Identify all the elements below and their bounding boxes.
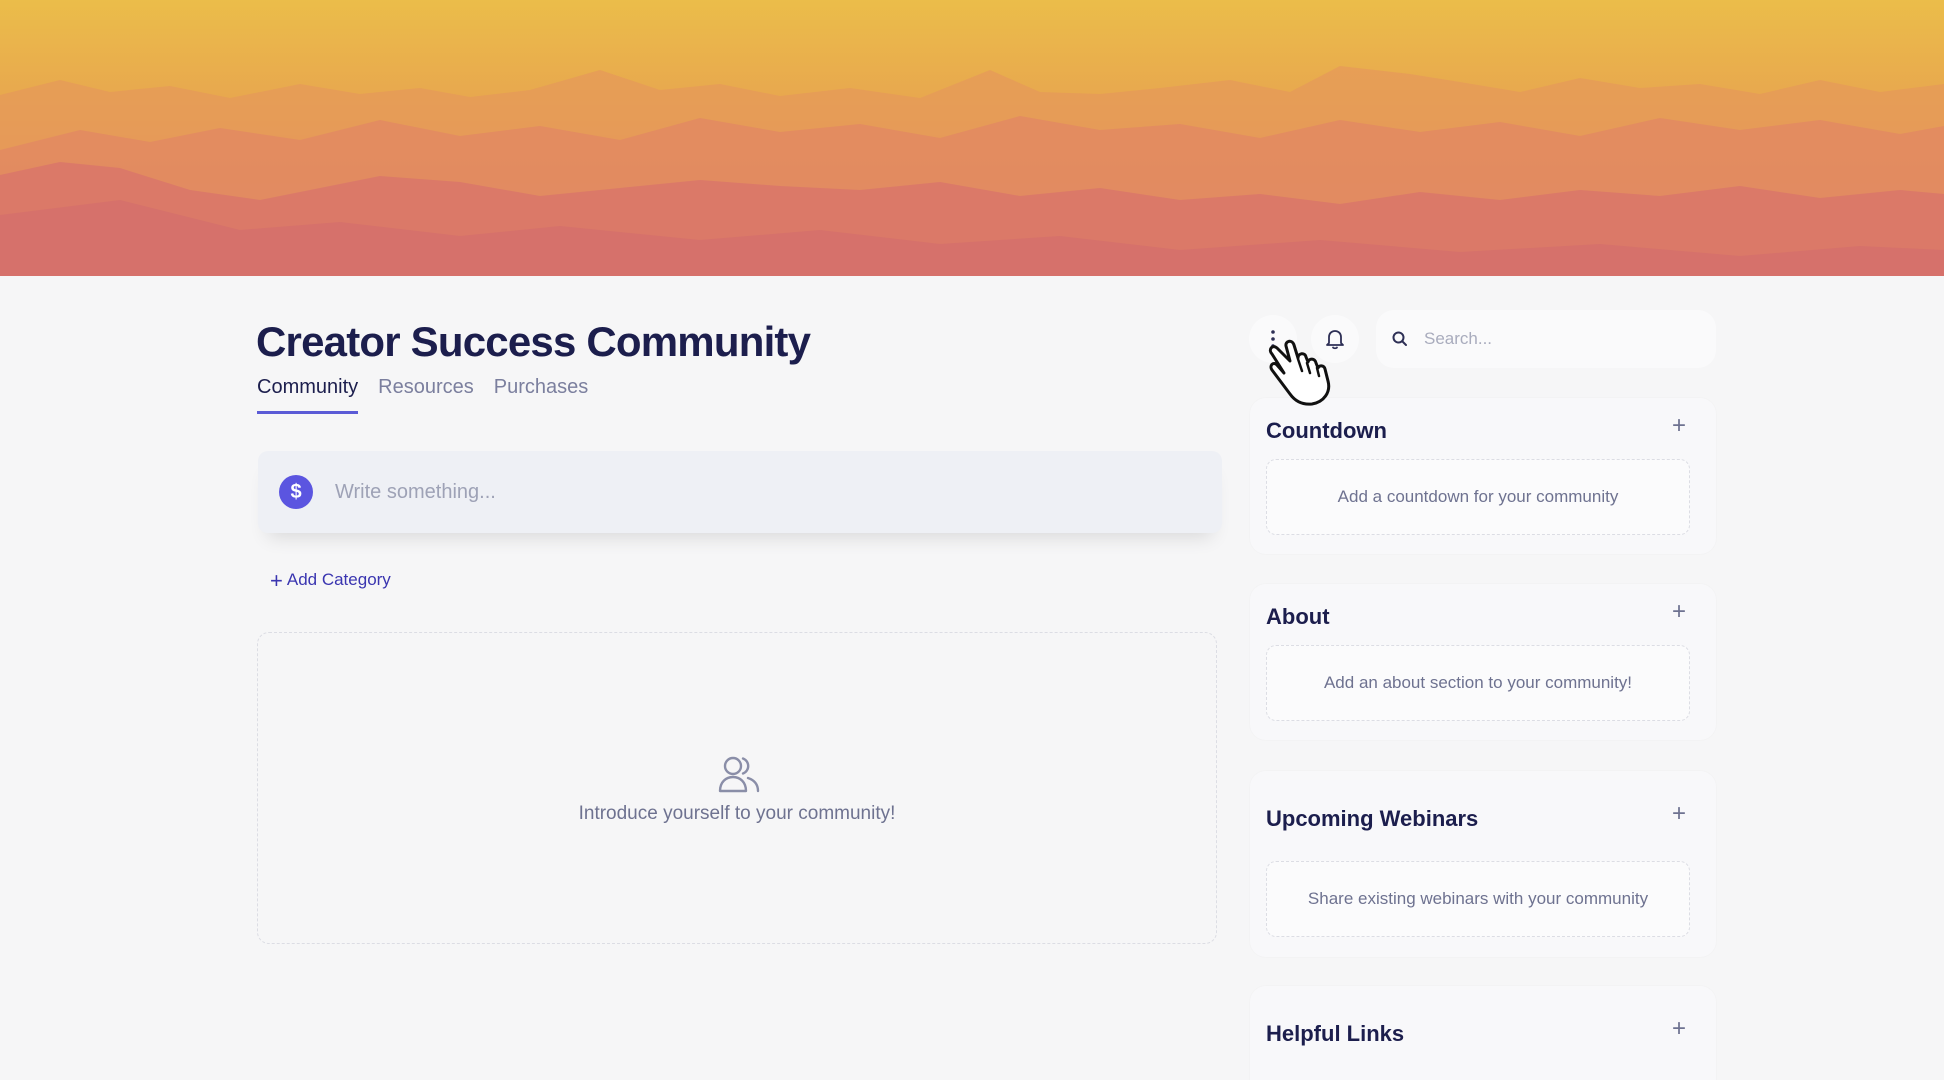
cover-banner [0, 0, 1944, 276]
widget-about: About + Add an about section to your com… [1250, 584, 1716, 740]
plus-icon: + [270, 567, 283, 593]
add-countdown-button[interactable]: + [1672, 412, 1686, 440]
add-links-button[interactable]: + [1672, 1015, 1686, 1043]
search-input[interactable] [1424, 329, 1694, 349]
add-countdown-placeholder[interactable]: Add a countdown for your community [1266, 459, 1690, 535]
community-tabs: Community Resources Purchases [257, 376, 588, 414]
tab-community[interactable]: Community [257, 376, 359, 414]
add-webinars-placeholder[interactable]: Share existing webinars with your commun… [1266, 861, 1690, 937]
write-something-input[interactable] [335, 480, 1155, 504]
page-title: Creator Success Community [256, 318, 811, 365]
avatar: $ [279, 475, 313, 509]
widget-helpful-links: Helpful Links + [1250, 986, 1716, 1080]
tab-resources[interactable]: Resources [378, 376, 474, 414]
search-icon [1392, 331, 1407, 346]
tab-purchases[interactable]: Purchases [494, 376, 589, 414]
widget-upcoming-webinars: Upcoming Webinars + Share existing webin… [1250, 771, 1716, 957]
post-composer[interactable]: $ [258, 451, 1222, 533]
search-box[interactable] [1376, 310, 1716, 368]
widget-title: Upcoming Webinars [1266, 806, 1479, 831]
add-category-button[interactable]: + Add Category [270, 567, 391, 593]
empty-feed-panel: Introduce yourself to your community! [257, 632, 1217, 944]
widget-title: Countdown [1266, 418, 1387, 443]
empty-feed-message: Introduce yourself to your community! [578, 803, 896, 824]
add-about-button[interactable]: + [1672, 598, 1686, 626]
widget-title: Helpful Links [1266, 1021, 1405, 1046]
widget-title: About [1266, 604, 1330, 629]
avatar-symbol: $ [290, 480, 302, 503]
people-icon [718, 756, 760, 793]
widget-countdown: Countdown + Add a countdown for your com… [1250, 398, 1716, 554]
hand-pointer-icon [1268, 339, 1331, 406]
add-webinars-button[interactable]: + [1672, 800, 1686, 828]
add-about-placeholder[interactable]: Add an about section to your community! [1266, 645, 1690, 721]
add-category-label: Add Category [286, 570, 391, 589]
